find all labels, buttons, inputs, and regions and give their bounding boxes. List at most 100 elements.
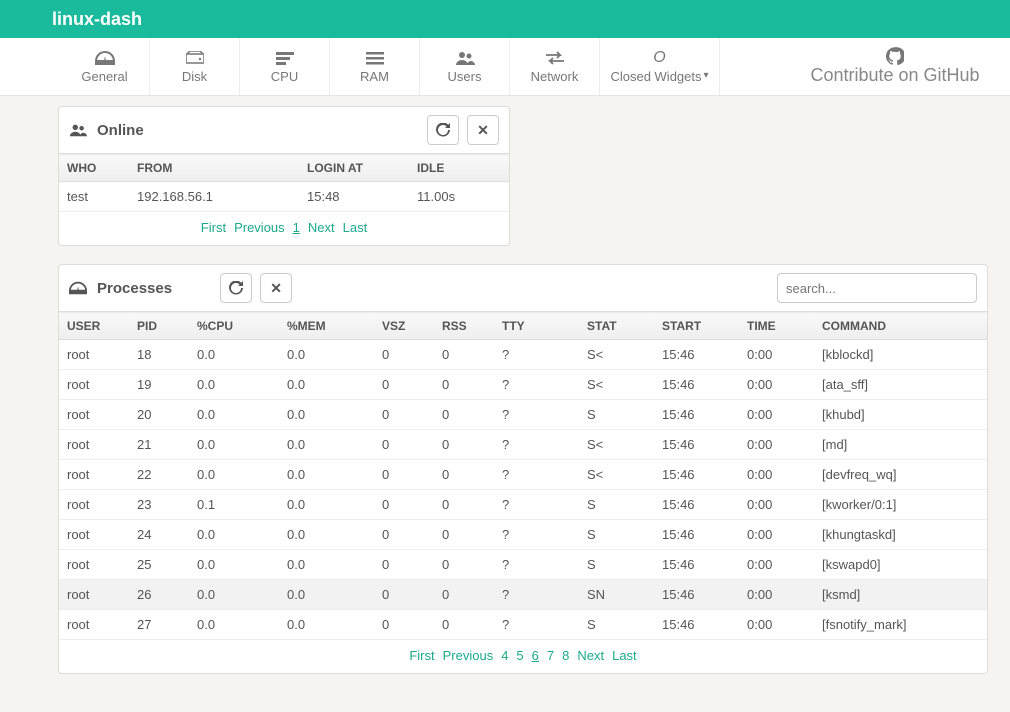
table-cell: 0.0 — [189, 580, 279, 610]
column-header[interactable]: TTY — [494, 313, 579, 340]
online-pager: First Previous 1 Next Last — [59, 212, 509, 245]
table-cell: [ata_sff] — [814, 370, 987, 400]
table-cell: 0:00 — [739, 400, 814, 430]
column-header[interactable]: WHO — [59, 155, 129, 182]
column-header[interactable]: VSZ — [374, 313, 434, 340]
column-header[interactable]: START — [654, 313, 739, 340]
search-input[interactable] — [777, 273, 977, 303]
table-cell: 15:46 — [654, 400, 739, 430]
table-cell: 15:48 — [299, 182, 409, 212]
column-header[interactable]: STAT — [579, 313, 654, 340]
column-header[interactable]: %MEM — [279, 313, 374, 340]
empty-circle-icon: O — [653, 49, 665, 67]
table-cell: 0 — [374, 400, 434, 430]
column-header[interactable]: LOGIN AT — [299, 155, 409, 182]
column-header[interactable]: %CPU — [189, 313, 279, 340]
table-cell: 0.0 — [279, 610, 374, 640]
pager-link[interactable]: 7 — [547, 648, 554, 663]
table-cell: 24 — [129, 520, 189, 550]
nav-general[interactable]: General — [60, 38, 150, 95]
nav-github[interactable]: Contribute on GitHub — [780, 38, 1010, 95]
pager-link[interactable]: 6 — [532, 648, 539, 663]
table-cell: 0 — [374, 520, 434, 550]
column-header[interactable]: FROM — [129, 155, 299, 182]
column-header[interactable]: IDLE — [409, 155, 509, 182]
bars-icon — [366, 49, 384, 67]
column-header[interactable]: TIME — [739, 313, 814, 340]
table-row: root200.00.000?S15:460:00[khubd] — [59, 400, 987, 430]
dashboard-icon — [95, 49, 115, 67]
table-cell: ? — [494, 610, 579, 640]
nav-bar: General Disk CPU RAM Users Network O — [0, 38, 1010, 96]
table-cell: [fsnotify_mark] — [814, 610, 987, 640]
table-cell: ? — [494, 580, 579, 610]
content-area: Online ✕ WHOFROMLOGIN ATIDLE test192.168… — [0, 96, 1010, 712]
table-cell: 0:00 — [739, 340, 814, 370]
pager-link[interactable]: 4 — [501, 648, 508, 663]
table-cell: 0 — [434, 430, 494, 460]
table-cell: [ksmd] — [814, 580, 987, 610]
github-icon — [886, 47, 904, 65]
table-cell: 20 — [129, 400, 189, 430]
table-cell: root — [59, 400, 129, 430]
panel-title: Processes — [97, 280, 172, 297]
table-cell: S — [579, 550, 654, 580]
table-cell: 0.0 — [279, 430, 374, 460]
table-cell: ? — [494, 370, 579, 400]
table-cell: root — [59, 340, 129, 370]
online-table: WHOFROMLOGIN ATIDLE test192.168.56.115:4… — [59, 154, 509, 212]
table-cell: 0:00 — [739, 550, 814, 580]
table-cell: S — [579, 610, 654, 640]
table-cell: 15:46 — [654, 490, 739, 520]
pager-link[interactable]: Last — [343, 220, 368, 235]
table-cell: 0.0 — [279, 340, 374, 370]
column-header[interactable]: PID — [129, 313, 189, 340]
column-header[interactable]: COMMAND — [814, 313, 987, 340]
table-cell: 15:46 — [654, 430, 739, 460]
hdd-icon — [186, 49, 204, 67]
table-cell: 0.0 — [189, 430, 279, 460]
nav-spacer — [720, 38, 780, 95]
table-cell: 0.0 — [279, 460, 374, 490]
caret-down-icon: ▾ — [704, 70, 709, 81]
pager-link[interactable]: Next — [577, 648, 604, 663]
close-button[interactable]: ✕ — [260, 273, 292, 303]
refresh-button[interactable] — [220, 273, 252, 303]
tasks-icon — [276, 49, 294, 67]
nav-network[interactable]: Network — [510, 38, 600, 95]
pager-link[interactable]: First — [409, 648, 434, 663]
table-cell: 0.0 — [189, 400, 279, 430]
table-cell: 0 — [374, 460, 434, 490]
column-header[interactable]: USER — [59, 313, 129, 340]
table-cell: 21 — [129, 430, 189, 460]
refresh-button[interactable] — [427, 115, 459, 145]
nav-gap — [0, 38, 60, 95]
table-row: root210.00.000?S<15:460:00[md] — [59, 430, 987, 460]
pager-link[interactable]: First — [201, 220, 226, 235]
table-cell: 0.0 — [189, 340, 279, 370]
table-cell: ? — [494, 400, 579, 430]
table-cell: 0:00 — [739, 610, 814, 640]
close-button[interactable]: ✕ — [467, 115, 499, 145]
pager-link[interactable]: Previous — [234, 220, 285, 235]
table-cell: 0 — [434, 340, 494, 370]
pager-link[interactable]: 1 — [293, 220, 300, 235]
nav-ram[interactable]: RAM — [330, 38, 420, 95]
table-cell: 0:00 — [739, 580, 814, 610]
table-cell: 0.0 — [189, 550, 279, 580]
nav-label: Disk — [182, 69, 207, 84]
pager-link[interactable]: Previous — [443, 648, 494, 663]
table-cell: S< — [579, 370, 654, 400]
processes-panel: Processes ✕ USERPID%CPU%MEMVSZRSSTTYSTAT… — [58, 264, 988, 674]
pager-link[interactable]: Last — [612, 648, 637, 663]
nav-cpu[interactable]: CPU — [240, 38, 330, 95]
pager-link[interactable]: Next — [308, 220, 335, 235]
column-header[interactable]: RSS — [434, 313, 494, 340]
pager-link[interactable]: 5 — [516, 648, 523, 663]
nav-closed-widgets[interactable]: O Closed Widgets ▾ — [600, 38, 720, 95]
nav-users[interactable]: Users — [420, 38, 510, 95]
pager-link[interactable]: 8 — [562, 648, 569, 663]
nav-disk[interactable]: Disk — [150, 38, 240, 95]
table-cell: root — [59, 580, 129, 610]
table-cell: 0:00 — [739, 490, 814, 520]
